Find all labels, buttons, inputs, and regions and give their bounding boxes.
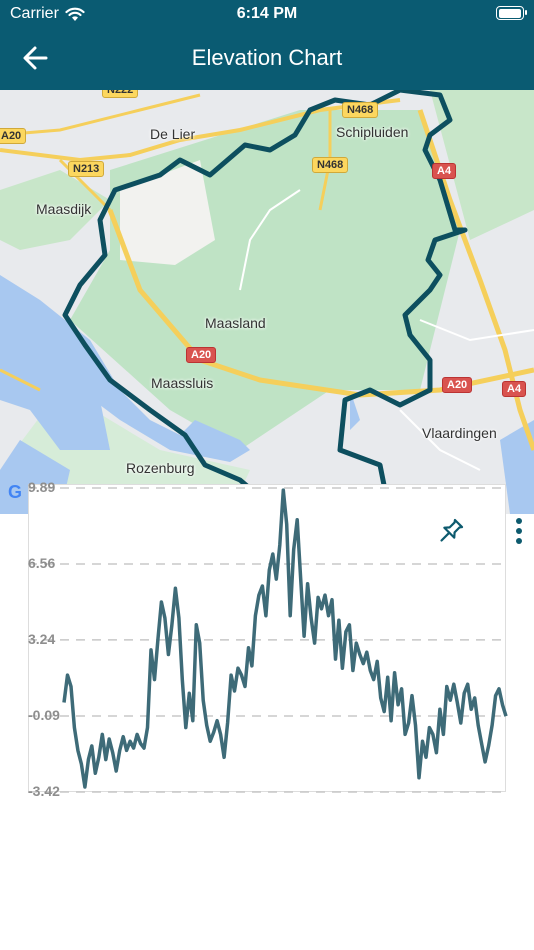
more-vertical-icon[interactable] [512,516,526,546]
pin-icon-graphic [440,518,464,542]
y-tick-label: 3.24 [28,630,56,647]
y-tick-label: 9.89 [28,479,56,495]
pin-icon[interactable] [434,516,466,548]
y-tick-label: -3.42 [28,783,60,799]
more-vertical-icon-graphic [516,518,522,544]
y-tick-label: -0.09 [28,706,60,723]
elevation-chart [28,487,508,793]
y-tick-label: 6.56 [28,555,56,572]
